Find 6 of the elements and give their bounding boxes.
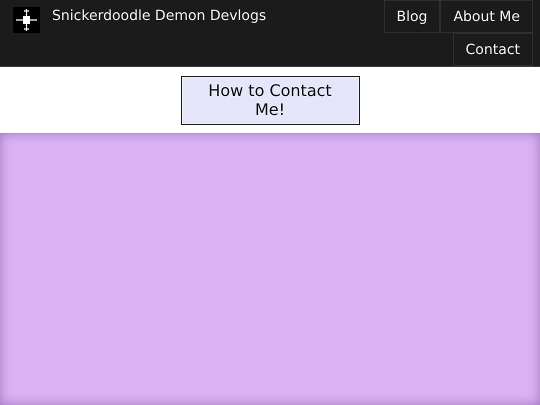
site-title: Snickerdoodle Demon Devlogs <box>52 8 266 24</box>
nav-link[interactable]: Contact <box>452 33 533 66</box>
logo-icon <box>13 7 40 33</box>
contact-heading-button[interactable]: How to Contact Me! <box>180 76 360 124</box>
nav-link[interactable]: Blog <box>384 0 440 33</box>
nav-link[interactable]: About Me <box>440 0 533 33</box>
